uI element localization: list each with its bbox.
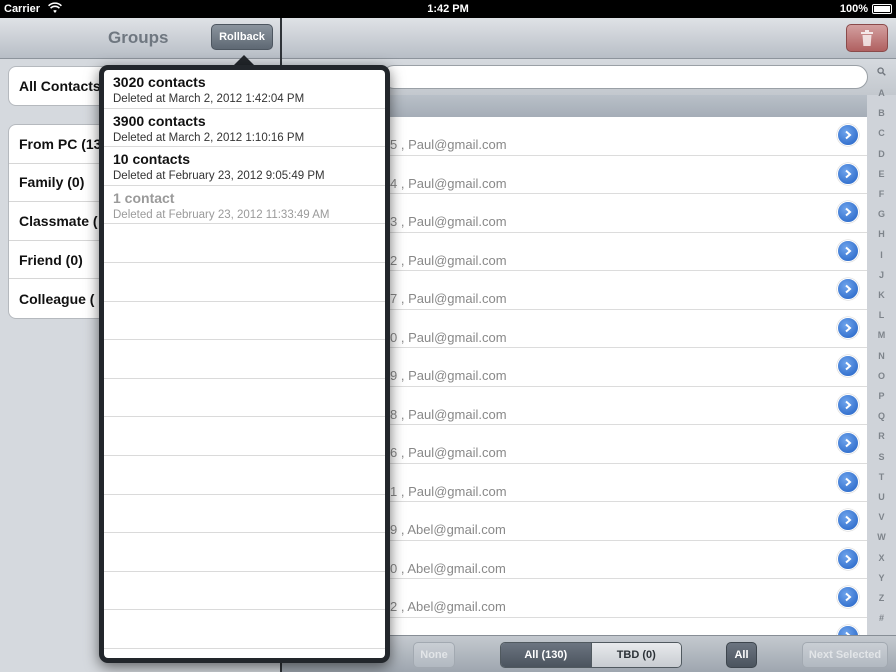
index-letter[interactable]: D xyxy=(867,149,896,159)
index-letter[interactable]: U xyxy=(867,492,896,502)
index-letter[interactable]: Y xyxy=(867,573,896,583)
rollback-empty-row xyxy=(104,263,385,302)
rollback-item-date: Deleted at March 2, 2012 1:10:16 PM xyxy=(113,131,305,144)
clock: 1:42 PM xyxy=(427,3,469,15)
battery-icon xyxy=(872,4,892,14)
index-letter[interactable]: R xyxy=(867,431,896,441)
select-none-button[interactable]: None xyxy=(413,642,455,668)
trash-icon xyxy=(861,30,873,46)
index-letter[interactable]: G xyxy=(867,209,896,219)
rollback-empty-row xyxy=(104,533,385,572)
rollback-item-date: Deleted at February 23, 2012 11:33:49 AM xyxy=(113,208,330,221)
rollback-item[interactable]: 1 contact Deleted at February 23, 2012 11… xyxy=(104,186,385,225)
rollback-empty-row xyxy=(104,572,385,611)
chevron-right-icon[interactable] xyxy=(837,547,859,570)
chevron-right-icon[interactable] xyxy=(837,624,859,635)
index-letter[interactable]: P xyxy=(867,391,896,401)
contact-email: 3 , Paul@gmail.com xyxy=(390,214,507,229)
search-input[interactable] xyxy=(382,65,868,89)
segment-all[interactable]: All (130) xyxy=(501,643,591,667)
contact-email: 9 , Paul@gmail.com xyxy=(390,368,507,383)
rollback-list: 3020 contacts Deleted at March 2, 2012 1:… xyxy=(104,70,385,658)
next-selected-button[interactable]: Next Selected xyxy=(802,642,888,668)
index-letter[interactable]: H xyxy=(867,229,896,239)
index-letter[interactable]: K xyxy=(867,290,896,300)
rollback-button[interactable]: Rollback xyxy=(211,24,273,50)
rollback-empty-row xyxy=(104,302,385,341)
rollback-empty-row xyxy=(104,417,385,456)
contact-email: 8 , Paul@gmail.com xyxy=(390,406,507,422)
rollback-item-date: Deleted at February 23, 2012 9:05:49 PM xyxy=(113,170,325,183)
chevron-right-icon[interactable] xyxy=(837,470,859,493)
contact-email: 7 , Paul@gmail.com xyxy=(390,291,507,306)
index-letter[interactable]: W xyxy=(867,532,896,542)
search-icon[interactable] xyxy=(867,67,896,78)
chevron-right-icon[interactable] xyxy=(837,162,859,185)
rollback-empty-row xyxy=(104,456,385,495)
chevron-right-icon[interactable] xyxy=(837,316,859,339)
index-letter[interactable]: Q xyxy=(867,411,896,421)
index-letter[interactable]: E xyxy=(867,169,896,179)
contact-email: 2 , Paul@gmail.com xyxy=(390,252,507,268)
rollback-item[interactable]: 3900 contacts Deleted at March 2, 2012 1:… xyxy=(104,109,385,148)
chevron-right-icon[interactable] xyxy=(837,201,859,223)
filter-segmented-control: All (130) TBD (0) xyxy=(500,642,682,668)
select-all-button[interactable]: All xyxy=(726,642,757,668)
status-bar: Carrier 1:42 PM 100% xyxy=(0,0,896,18)
rollback-empty-row xyxy=(104,379,385,418)
index-letter[interactable]: I xyxy=(867,250,896,260)
index-letter[interactable]: X xyxy=(867,553,896,563)
contact-email: 4 , Paul@gmail.com xyxy=(390,175,507,191)
rollback-item-title: 3900 contacts xyxy=(113,112,206,129)
chevron-right-icon[interactable] xyxy=(837,432,859,454)
chevron-right-icon[interactable] xyxy=(837,393,859,416)
index-letter[interactable]: C xyxy=(867,128,896,138)
rollback-item-date: Deleted at March 2, 2012 1:42:04 PM xyxy=(113,93,305,105)
chevron-right-icon[interactable] xyxy=(837,124,859,146)
chevron-right-icon[interactable] xyxy=(837,586,859,608)
segment-tbd[interactable]: TBD (0) xyxy=(590,643,681,667)
rollback-item[interactable]: 3020 contacts Deleted at March 2, 2012 1:… xyxy=(104,70,385,109)
rollback-item[interactable]: 10 contacts Deleted at February 23, 2012 … xyxy=(104,147,385,186)
index-letter[interactable]: L xyxy=(867,310,896,320)
chevron-right-icon[interactable] xyxy=(837,509,859,531)
trash-button[interactable] xyxy=(846,24,888,52)
rollback-popover: 3020 contacts Deleted at March 2, 2012 1:… xyxy=(99,65,390,663)
index-letter[interactable]: A xyxy=(867,88,896,98)
index-letter[interactable]: T xyxy=(867,472,896,482)
index-letter[interactable]: J xyxy=(867,270,896,280)
index-strip[interactable]: A B C D E F G H I J K L M N O P Q R S T U V W X Y Z # xyxy=(867,64,896,629)
rollback-item-title: 1 contact xyxy=(113,189,175,206)
index-letter[interactable]: # xyxy=(867,613,896,623)
rollback-empty-row xyxy=(104,610,385,649)
index-letter[interactable]: S xyxy=(867,452,896,462)
contact-email: 2 , Abel@gmail.com xyxy=(390,599,506,614)
contact-email: 9 , Abel@gmail.com xyxy=(390,522,506,537)
contact-email: 0 , Abel@gmail.com xyxy=(390,560,506,576)
index-letter[interactable]: V xyxy=(867,512,896,522)
contact-email: 6 , Paul@gmail.com xyxy=(390,445,507,460)
contact-email: 5 , Paul@gmail.com xyxy=(390,137,507,152)
chevron-right-icon[interactable] xyxy=(837,355,859,377)
rollback-empty-row xyxy=(104,224,385,263)
contact-email: 1 , Paul@gmail.com xyxy=(390,483,507,499)
index-letter[interactable]: F xyxy=(867,189,896,199)
index-letter[interactable]: Z xyxy=(867,593,896,603)
index-letter[interactable]: O xyxy=(867,371,896,381)
groups-navbar: Groups Rollback xyxy=(0,18,281,59)
index-letter[interactable]: B xyxy=(867,108,896,118)
chevron-right-icon[interactable] xyxy=(837,239,859,262)
groups-title: Groups xyxy=(108,28,169,47)
index-letter[interactable]: N xyxy=(867,351,896,361)
rollback-empty-row xyxy=(104,495,385,534)
rollback-item-title: 10 contacts xyxy=(113,151,191,168)
contact-email: 0 , Paul@gmail.com xyxy=(390,329,507,345)
rollback-item-title: 3020 contacts xyxy=(113,74,206,90)
chevron-right-icon[interactable] xyxy=(837,278,859,300)
contacts-navbar xyxy=(282,18,896,59)
battery-percent: 100% xyxy=(839,3,868,15)
rollback-empty-row xyxy=(104,340,385,379)
index-letter[interactable]: M xyxy=(867,330,896,340)
